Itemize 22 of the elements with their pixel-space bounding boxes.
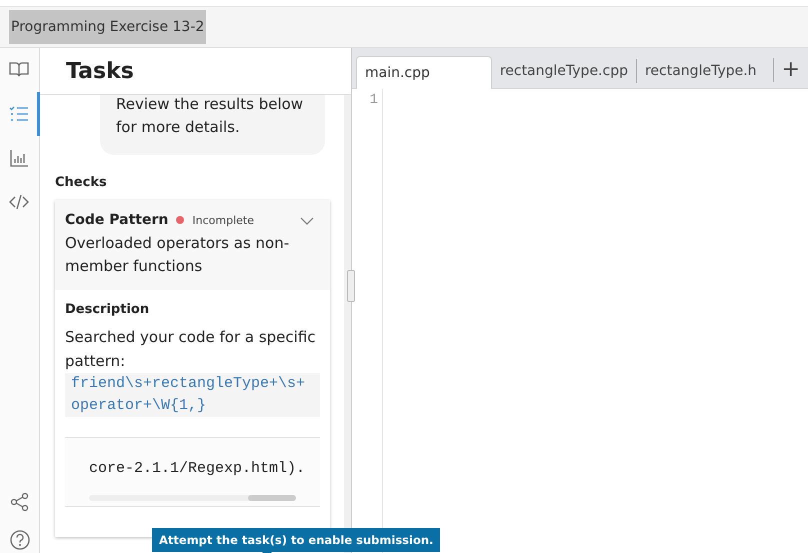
description-heading: Description [65, 302, 150, 317]
check-summary: Overloaded operators as non-member functions [65, 233, 290, 277]
file-tab[interactable]: main.cpp [356, 56, 492, 89]
checks-heading: Checks [55, 175, 108, 190]
chevron-icon[interactable] [300, 216, 314, 226]
file-tab[interactable]: rectangleType.cpp [492, 59, 637, 83]
check-title: Code Pattern [65, 212, 168, 228]
code-pattern: friend\s+rectangleType+\s+operator+\W{1,} [65, 373, 320, 417]
message-bubble: Review the results below for more details. [100, 95, 325, 155]
resize-handle[interactable] [347, 270, 355, 302]
horizontal-scrollbar[interactable] [89, 495, 296, 501]
status-label: Incomplete [192, 214, 254, 226]
line-number: 1 [368, 91, 378, 109]
code-snippet: core-2.1.1/Regexp.html). [89, 460, 306, 477]
help-icon[interactable] [8, 529, 30, 551]
file-tab[interactable]: rectangleType.h [636, 59, 765, 83]
share-icon[interactable] [8, 491, 30, 513]
add-tab-button[interactable]: + [772, 58, 808, 82]
bar-chart-icon [8, 147, 30, 169]
description-text: Searched your code for a specific pattern: [65, 327, 317, 372]
window-title: Programming Exercise 13-2 [9, 10, 206, 44]
panel-title: Tasks [66, 58, 134, 84]
